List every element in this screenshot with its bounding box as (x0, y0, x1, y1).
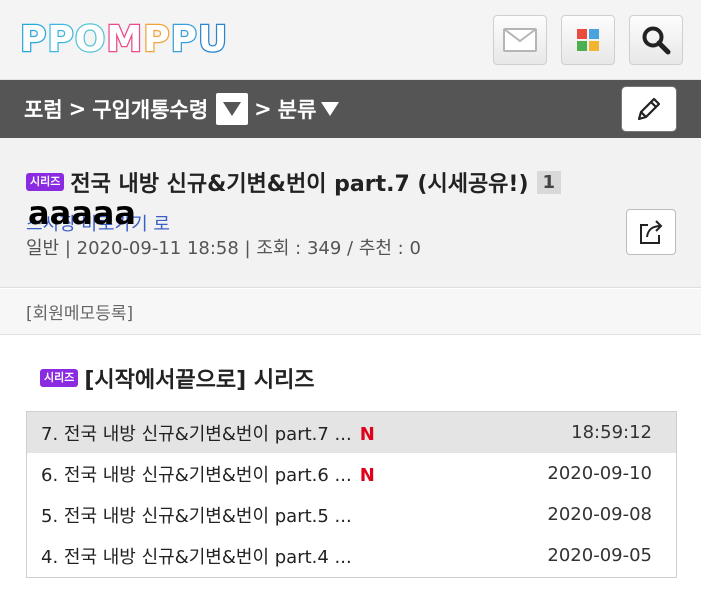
series-item-date: 2020-09-05 (547, 545, 652, 566)
menu-button[interactable] (561, 15, 615, 65)
search-icon (642, 26, 671, 55)
member-memo-link[interactable]: [회원메모등록] (26, 299, 133, 324)
triangle-down-icon[interactable] (321, 102, 340, 116)
triangle-down-icon (223, 102, 242, 116)
share-icon (640, 220, 663, 244)
new-marker: N (359, 464, 375, 486)
series-badge: 시리즈 (26, 173, 65, 191)
member-memo-bar: [회원메모등록] (0, 289, 701, 335)
series-item-date: 2020-09-08 (547, 504, 652, 525)
series-item-text: 7. 전국 내방 신규&기변&번이 part.7 ... N (41, 420, 375, 446)
series-item[interactable]: 6. 전국 내방 신규&기변&번이 part.6 ... N 2020-09-10 (27, 453, 676, 494)
series-badge: 시리즈 (40, 369, 79, 387)
new-marker: N (359, 423, 375, 445)
series-item-date: 2020-09-10 (547, 463, 652, 484)
series-item[interactable]: 4. 전국 내방 신규&기변&번이 part.4 ... 2020-09-05 (27, 535, 676, 576)
logo-letter: P (169, 17, 198, 61)
post-header: 시리즈 전국 내방 신규&기변&번이 part.7 (시세공유!) 1 스시짱 … (0, 138, 701, 288)
comment-count[interactable]: 1 (536, 170, 562, 194)
breadcrumb-bar: 포럼 > 구입개통수령 > 분류 (0, 80, 701, 138)
logo-letter: P (46, 17, 75, 61)
series-title-row: 시리즈 [시작에서끝으로] 시리즈 (40, 362, 315, 394)
breadcrumb-board[interactable]: 구입개통수령 (92, 94, 208, 124)
logo-letter: O (74, 17, 107, 61)
breadcrumb-forum[interactable]: 포럼 (24, 94, 63, 124)
breadcrumb-separator: > (68, 97, 87, 121)
series-item-text: 5. 전국 내방 신규&기변&번이 part.5 ... (41, 502, 360, 528)
post-meta: 일반 | 2020-09-11 18:58 | 조회 : 349 / 추천 : … (26, 238, 421, 259)
post-title: 전국 내방 신규&기변&번이 part.7 (시세공유!) (70, 172, 529, 197)
series-item-title: 5. 전국 내방 신규&기변&번이 part.5 ... (41, 505, 352, 527)
series-item-text: 6. 전국 내방 신규&기변&번이 part.6 ... N (41, 461, 375, 487)
search-button[interactable] (629, 15, 683, 65)
author-name[interactable]: aaaaa (28, 194, 136, 232)
series-item[interactable]: 5. 전국 내방 신규&기변&번이 part.5 ... 2020-09-08 (27, 494, 676, 535)
series-item-date: 18:59:12 (571, 422, 652, 443)
breadcrumb-separator: > (254, 97, 272, 121)
share-button[interactable] (626, 209, 676, 255)
board-dropdown[interactable] (216, 93, 249, 125)
series-item-title: 7. 전국 내방 신규&기변&번이 part.7 ... (41, 423, 352, 445)
top-header: PPOMPPU (0, 0, 701, 80)
pencil-icon (637, 97, 661, 121)
logo-letter: M (105, 17, 144, 61)
logo-letter: P (142, 17, 171, 61)
breadcrumb: 포럼 > 구입개통수령 > 분류 (24, 92, 340, 126)
logo-letter: P (19, 17, 48, 61)
mail-button[interactable] (493, 15, 547, 65)
series-item-title: 4. 전국 내방 신규&기변&번이 part.4 ... (41, 546, 352, 568)
series-list: 7. 전국 내방 신규&기변&번이 part.7 ... N 18:59:12 6… (26, 411, 677, 578)
series-title: [시작에서끝으로] 시리즈 (84, 368, 315, 393)
grid-icon (577, 29, 599, 51)
series-item-text: 4. 전국 내방 신규&기변&번이 part.4 ... (41, 543, 360, 569)
series-item[interactable]: 7. 전국 내방 신규&기변&번이 part.7 ... N 18:59:12 (27, 412, 676, 453)
category-dropdown[interactable]: 분류 (278, 94, 317, 124)
logo-letter: U (197, 17, 229, 61)
ppomppu-logo[interactable]: PPOMPPU (19, 16, 229, 62)
write-button[interactable] (621, 86, 677, 132)
mail-icon (503, 28, 537, 52)
series-item-title: 6. 전국 내방 신규&기변&번이 part.6 ... (41, 464, 352, 486)
